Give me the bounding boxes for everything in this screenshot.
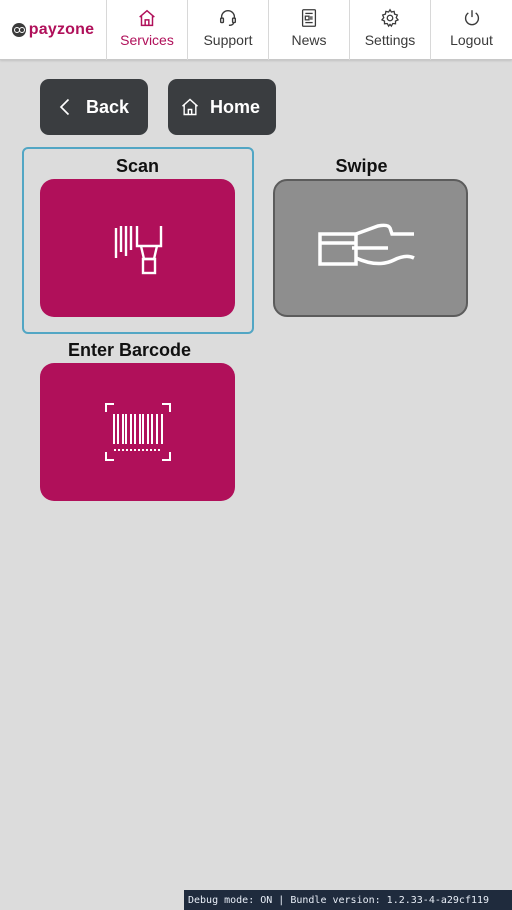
chevron-left-icon (59, 98, 70, 116)
nav-logout[interactable]: Logout (431, 0, 512, 60)
scan-tile[interactable] (40, 179, 235, 317)
debug-status-bar: Debug mode: ON | Bundle version: 1.2.33-… (184, 890, 512, 910)
back-button-label: Back (86, 96, 130, 117)
barcode-icon (104, 403, 171, 461)
nav-services[interactable]: Services (107, 0, 188, 60)
swipe-tile[interactable] (273, 179, 468, 317)
nav-settings-label: Settings (364, 32, 416, 48)
enter-barcode-tile-title: Enter Barcode (67, 340, 192, 360)
payzone-logo-icon (11, 23, 26, 37)
nav-support[interactable]: Support (188, 0, 269, 60)
nav-settings[interactable]: Settings (350, 0, 431, 60)
brand-name: payzone (28, 21, 95, 38)
home-icon (139, 9, 155, 27)
gear-icon (380, 8, 400, 28)
home-icon (182, 98, 198, 116)
scan-tile-title: Scan (115, 156, 160, 176)
card-swipe-icon (317, 223, 415, 266)
barcode-scanner-icon (114, 226, 162, 275)
nav-news-label: News (291, 32, 327, 48)
home-button-label: Home (210, 96, 261, 117)
newspaper-icon (301, 9, 317, 27)
top-nav-bar: payzone Services Support News Settings L… (0, 0, 512, 60)
nav-support-label: Support (203, 32, 253, 48)
swipe-tile-title: Swipe (335, 156, 388, 176)
nav-services-label: Services (120, 32, 174, 48)
enter-barcode-tile[interactable] (40, 363, 235, 501)
headset-icon (219, 9, 237, 27)
back-button[interactable]: Back (40, 79, 148, 135)
nav-logout-label: Logout (450, 32, 493, 48)
nav-news[interactable]: News (269, 0, 350, 60)
home-button[interactable]: Home (168, 79, 276, 135)
power-icon (464, 10, 479, 26)
payzone-logo: payzone (0, 0, 107, 60)
